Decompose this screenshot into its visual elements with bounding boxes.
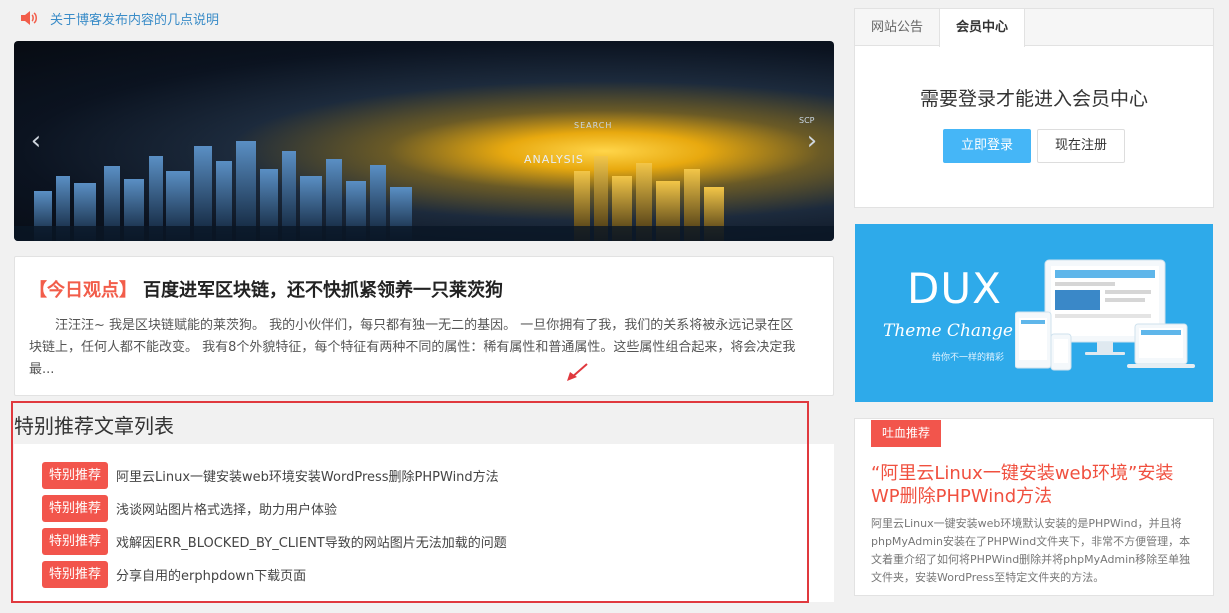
banner-title: DUX [907, 264, 1002, 313]
recommend-tag: 吐血推荐 [871, 420, 942, 447]
notice-link[interactable]: 关于博客发布内容的几点说明 [50, 9, 219, 28]
tab-member-center[interactable]: 会员中心 [939, 9, 1026, 47]
banner-subtitle: Theme Change [883, 321, 1013, 341]
chevron-left-icon[interactable]: ‹ [26, 128, 46, 154]
featured-title[interactable]: 【今日观点】 百度进军区块链，还不快抓紧领养一只莱茨狗 [29, 277, 813, 305]
speaker-icon [21, 11, 37, 25]
featured-title-text[interactable]: 百度进军区块链，还不快抓紧领养一只莱茨狗 [143, 280, 503, 301]
tab-site-notice[interactable]: 网站公告 [855, 9, 939, 45]
devices-image [1015, 259, 1195, 371]
hero-slider[interactable]: SEARCH ANALYSIS SCP ‹ › [14, 41, 834, 241]
member-buttons: 立即登录 现在注册 [855, 129, 1213, 163]
recommend-card: 吐血推荐 “阿里云Linux一键安装web环境”安装WP删除PHPWind方法 … [854, 418, 1214, 596]
sidebar-tabs: 网站公告 会员中心 [855, 9, 1213, 47]
chevron-right-icon[interactable]: › [802, 128, 822, 154]
dux-theme-banner[interactable]: DUX Theme Change 给你不一样的精彩 [855, 224, 1213, 402]
featured-tag: 【今日观点】 [29, 280, 137, 301]
featured-excerpt: 汪汪汪~ 我是区块链赋能的莱茨狗。 我的小伙伴们，每只都有独一无二的基因。 一旦… [29, 318, 796, 377]
member-login-message: 需要登录才能进入会员中心 [919, 88, 1148, 110]
register-button[interactable]: 现在注册 [1037, 129, 1125, 163]
featured-article-card: 【今日观点】 百度进军区块链，还不快抓紧领养一只莱茨狗 汪汪汪~ 我是区块链赋能的… [14, 256, 834, 396]
recommend-title[interactable]: “阿里云Linux一键安装web环境”安装WP删除PHPWind方法 [871, 462, 1191, 508]
member-center-card: 网站公告 会员中心 需要登录才能进入会员中心 立即登录 现在注册 [854, 8, 1214, 208]
city-skyline-image [14, 141, 834, 241]
annotation-arrow-icon [567, 363, 588, 381]
banner-tagline: 给你不一样的精彩 [932, 353, 1005, 363]
login-button[interactable]: 立即登录 [943, 129, 1031, 163]
notice-bar: 关于博客发布内容的几点说明 [20, 8, 219, 28]
recommend-excerpt: 阿里云Linux一键安装web环境默认安装的是PHPWind，并且将phpMyA… [871, 517, 1191, 584]
slide-overlay-search: SEARCH [574, 121, 613, 130]
slide-overlay-marketing: SCP [799, 116, 815, 125]
highlight-box [11, 401, 809, 603]
slide-overlay-analysis: ANALYSIS [524, 153, 584, 166]
